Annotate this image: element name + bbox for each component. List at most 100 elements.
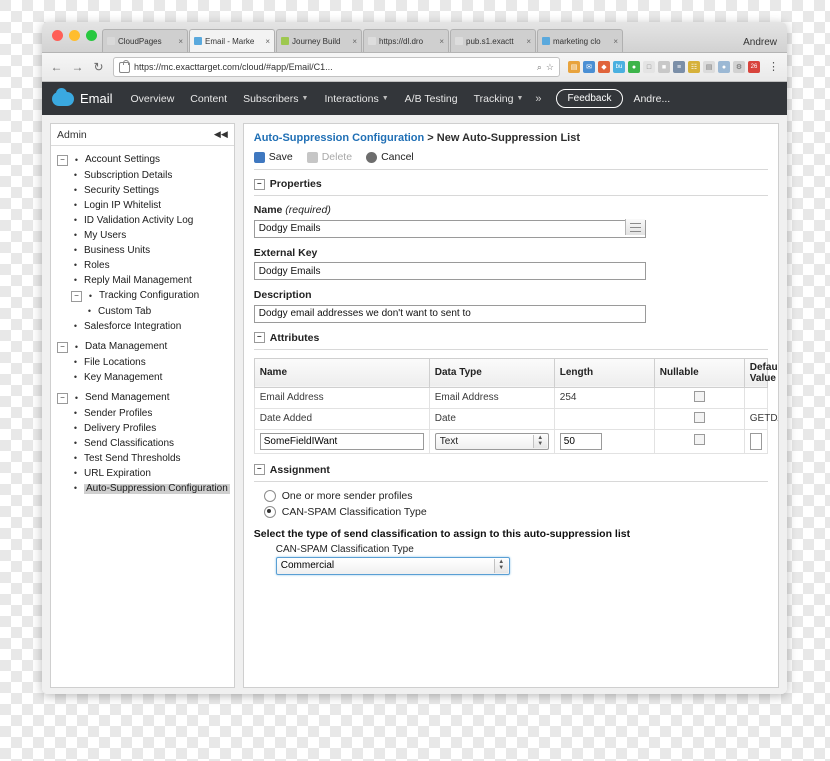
sidebar-item-file-locations[interactable]: • File Locations xyxy=(71,355,230,370)
nav-item-subscribers[interactable]: Subscribers ▼ xyxy=(243,93,308,105)
close-icon[interactable]: × xyxy=(265,37,270,46)
calendar-extension-icon[interactable]: 26 xyxy=(748,61,760,73)
radio-option-can-spam[interactable]: CAN-SPAM Classification Type xyxy=(263,505,768,518)
description-input[interactable] xyxy=(253,304,646,323)
browser-tab[interactable]: Journey Build × xyxy=(276,29,362,52)
sidebar-item-security-settings[interactable]: • Security Settings xyxy=(71,183,230,198)
expander-minus-icon[interactable]: − xyxy=(57,392,68,404)
sidebar-item-id-validation-activity-log[interactable]: • ID Validation Activity Log xyxy=(71,213,230,228)
data-type-select[interactable]: Text ▲ ▼ xyxy=(434,432,549,450)
close-icon[interactable]: × xyxy=(439,37,444,46)
attribute-name-input[interactable] xyxy=(259,432,424,450)
sidebar-item-custom-tab[interactable]: • Custom Tab xyxy=(85,304,230,319)
keyboard-icon[interactable] xyxy=(624,219,645,235)
address-bar[interactable]: https://mc.exacttarget.com/cloud/#app/Em… xyxy=(113,57,560,77)
sidebar-item-send-classifications[interactable]: • Send Classifications xyxy=(71,436,230,451)
browser-menu-icon[interactable]: ⋮ xyxy=(768,62,779,73)
cell-default-value-editor[interactable] xyxy=(743,428,769,454)
sidebar-item-my-users[interactable]: • My Users xyxy=(71,228,230,243)
back-icon[interactable]: ← xyxy=(50,60,63,74)
cell-nullable-editor[interactable] xyxy=(653,428,745,454)
sidebar-item-delivery-profiles[interactable]: • Delivery Profiles xyxy=(71,421,230,436)
nav-item-ab-testing[interactable]: A/B Testing xyxy=(405,93,458,105)
sidebar-item-tracking-configuration[interactable]: − • Tracking Configuration xyxy=(71,288,230,304)
nullable-checkbox[interactable] xyxy=(693,434,705,445)
dot-extension-icon[interactable]: ● xyxy=(718,61,730,73)
name-input[interactable] xyxy=(253,219,646,238)
browser-tab[interactable]: https://dl.dro × xyxy=(363,29,449,52)
sidebar-item-data-management[interactable]: − • Data Management xyxy=(57,339,230,355)
table-row[interactable]: Text ▲▼ xyxy=(253,428,769,454)
mail-extension-icon[interactable]: ✉ xyxy=(583,61,595,73)
sidebar-item-reply-mail-management[interactable]: • Reply Mail Management xyxy=(71,273,230,288)
nav-more-icon[interactable]: » xyxy=(535,93,541,105)
cell-data-type-editor[interactable]: Text ▲ ▼ xyxy=(428,428,555,454)
stepper-arrows-icon[interactable]: ▲ ▼ xyxy=(493,558,508,573)
notes-extension-icon[interactable]: ▤ xyxy=(568,61,580,73)
browser-tab[interactable]: pub.s1.exactt × xyxy=(450,29,536,52)
collapse-sidebar-icon[interactable]: ◀◀ xyxy=(214,129,228,140)
sidebar-item-roles[interactable]: • Roles xyxy=(71,258,230,273)
minimize-window-button[interactable] xyxy=(69,30,80,41)
grid-extension-icon[interactable]: ☷ xyxy=(688,61,700,73)
sidebar-item-send-management[interactable]: − • Send Management xyxy=(57,390,230,406)
browser-tab[interactable]: marketing clo × xyxy=(537,29,623,52)
close-window-button[interactable] xyxy=(52,30,63,41)
reload-icon[interactable]: ↻ xyxy=(92,60,105,74)
classification-select[interactable]: Commercial ▲ ▼ xyxy=(275,556,510,575)
sidebar-item-auto-suppression-configuration[interactable]: • Auto-Suppression Configuration xyxy=(71,481,230,496)
list-extension-icon[interactable]: ≡ xyxy=(673,61,685,73)
browser-profile-name[interactable]: Andrew xyxy=(743,37,777,48)
gear-extension-icon[interactable]: ⚙ xyxy=(733,61,745,73)
cell-length-editor[interactable] xyxy=(553,428,655,454)
sidebar-item-url-expiration[interactable]: • URL Expiration xyxy=(71,466,230,481)
attribute-default-input[interactable] xyxy=(749,432,763,450)
close-icon[interactable]: × xyxy=(178,37,183,46)
close-icon[interactable]: × xyxy=(352,37,357,46)
radio-icon-selected[interactable] xyxy=(263,505,276,518)
cell-name-editor[interactable] xyxy=(253,428,430,454)
nav-item-interactions[interactable]: Interactions ▼ xyxy=(324,93,388,105)
feedback-button[interactable]: Feedback xyxy=(555,89,624,108)
close-icon[interactable]: × xyxy=(526,37,531,46)
collapse-assignment-icon[interactable]: − xyxy=(253,464,265,475)
browser-tab[interactable]: Email - Marke × xyxy=(189,29,275,52)
cancel-button[interactable]: Cancel xyxy=(366,151,414,163)
attribute-length-input[interactable] xyxy=(559,432,602,450)
nav-item-overview[interactable]: Overview xyxy=(131,93,175,105)
sidebar-item-sender-profiles[interactable]: • Sender Profiles xyxy=(71,406,230,421)
expander-minus-icon[interactable]: − xyxy=(71,290,82,302)
doc-extension-icon[interactable]: ▤ xyxy=(703,61,715,73)
sidebar-item-salesforce-integration[interactable]: • Salesforce Integration xyxy=(71,319,230,334)
radio-icon[interactable] xyxy=(263,489,276,502)
search-icon[interactable]: ⌕ xyxy=(537,62,542,73)
stepper-arrows-icon[interactable]: ▲ ▼ xyxy=(532,434,547,448)
external-key-input[interactable] xyxy=(253,262,646,280)
nav-item-content[interactable]: Content xyxy=(190,93,227,105)
window-controls[interactable] xyxy=(52,30,97,41)
forward-icon[interactable]: → xyxy=(71,60,84,74)
maximize-window-button[interactable] xyxy=(86,30,97,41)
sidebar-item-key-management[interactable]: • Key Management xyxy=(71,370,230,385)
sidebar-item-login-ip-whitelist[interactable]: • Login IP Whitelist xyxy=(71,198,230,213)
window-extension-icon[interactable]: □ xyxy=(643,61,655,73)
close-icon[interactable]: × xyxy=(613,37,618,46)
browser-tab[interactable]: CloudPages × xyxy=(102,29,188,52)
sidebar-item-subscription-details[interactable]: • Subscription Details xyxy=(71,168,230,183)
save-button[interactable]: Save xyxy=(253,151,293,163)
sidebar-item-business-units[interactable]: • Business Units xyxy=(71,243,230,258)
square-extension-icon[interactable]: ■ xyxy=(658,61,670,73)
green-circle-extension-icon[interactable]: ● xyxy=(628,61,640,73)
bookmark-star-icon[interactable]: ☆ xyxy=(546,62,554,73)
collapse-attributes-icon[interactable]: − xyxy=(253,332,265,343)
nav-item-tracking[interactable]: Tracking ▼ xyxy=(474,93,524,105)
shield-extension-icon[interactable]: ◆ xyxy=(598,61,610,73)
account-menu[interactable]: Andre... xyxy=(633,93,670,105)
collapse-properties-icon[interactable]: − xyxy=(253,178,265,190)
radio-option-sender-profiles[interactable]: One or more sender profiles xyxy=(263,489,768,502)
sidebar-item-account-settings[interactable]: − • Account Settings xyxy=(57,152,230,168)
bu-extension-icon[interactable]: bu xyxy=(613,61,625,73)
expander-minus-icon[interactable]: − xyxy=(57,341,68,353)
breadcrumb-link[interactable]: Auto-Suppression Configuration xyxy=(254,132,424,144)
expander-minus-icon[interactable]: − xyxy=(57,154,68,166)
